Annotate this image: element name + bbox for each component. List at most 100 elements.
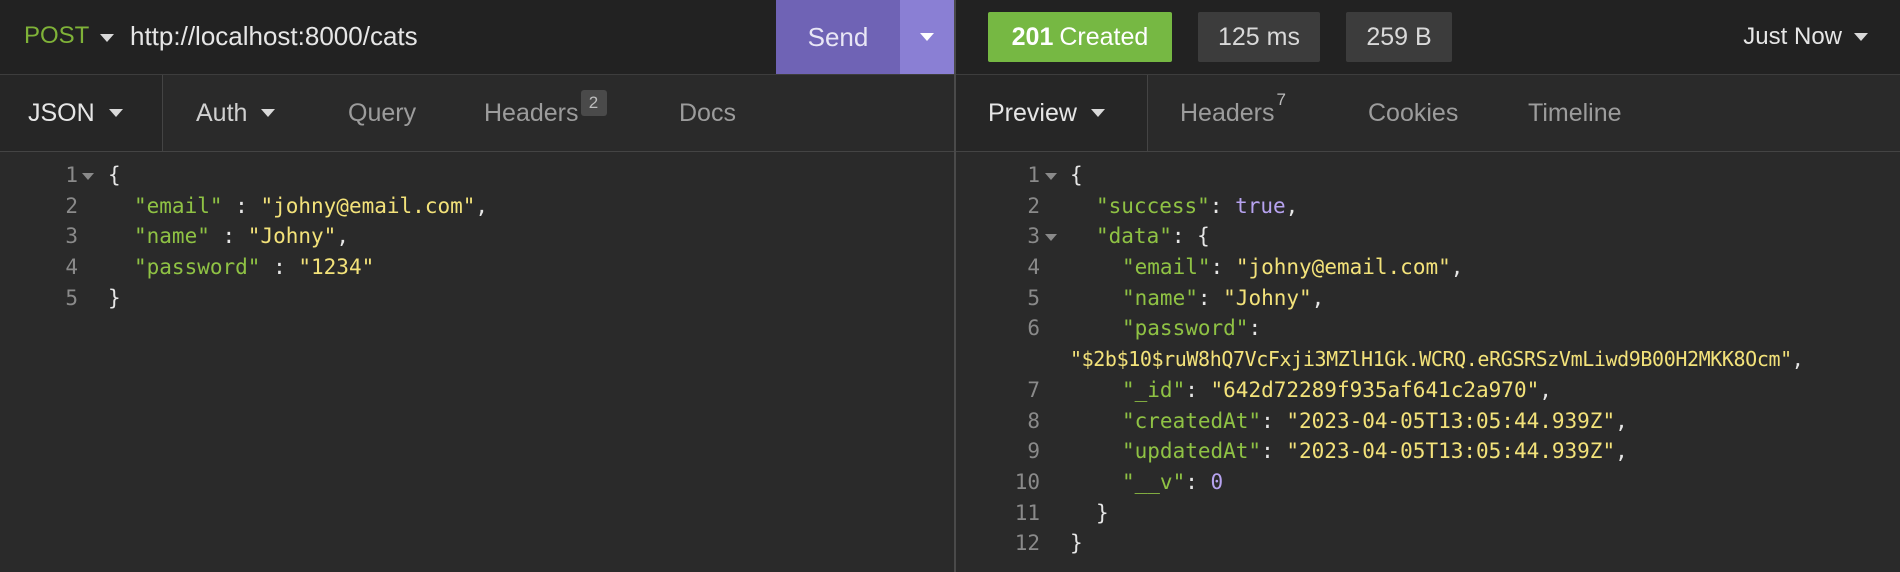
json-string: "Johny" [1223,285,1312,310]
line-number: 3 [65,224,78,249]
response-body-viewer: 1{ 2 "success": true, 3 "data": { 4 "email"… [956,160,1900,559]
code-line: 7 "_id": "642d72289f935af641c2a970", [956,375,1900,406]
status-code: 201 [1011,22,1054,51]
json-key: "name" [1122,285,1198,310]
response-size-badge: 259 B [1346,12,1452,62]
tab-label: Timeline [1528,98,1622,127]
line-number: 8 [1027,408,1040,433]
tab-auth[interactable]: Auth [196,75,276,151]
json-string: "2023-04-05T13:05:44.939Z" [1286,439,1616,464]
json-key: "__v" [1122,469,1186,494]
code-line: 11} [956,498,1900,529]
response-tabs: Preview Headers 7 Cookies Timeline [956,75,1900,152]
tab-query[interactable]: Query [348,75,416,151]
json-brace: } [1096,500,1109,525]
url-bar: POST http://localhost:8000/cats Send [0,0,954,75]
history-label: Just Now [1743,23,1842,50]
json-key: "success" [1096,193,1210,218]
code-line: 2 "email" : "johny@email.com", [0,191,954,222]
tab-json[interactable]: JSON [0,75,162,151]
line-number: 11 [1014,500,1040,525]
tab-timeline[interactable]: Timeline [1528,75,1622,151]
json-brace: { [108,163,121,187]
line-number: 5 [65,285,78,310]
tab-label: Headers [1180,98,1275,127]
status-badge: 201 Created [988,12,1172,62]
code-line: 5} [0,283,954,314]
line-number: 4 [65,255,78,280]
code-line: 4 "email": "johny@email.com", [956,252,1900,283]
request-pane: POST http://localhost:8000/cats Send JSO… [0,0,954,572]
json-key: "data" [1096,224,1172,249]
line-number: 1 [1027,163,1040,187]
json-string: "2023-04-05T13:05:44.939Z" [1286,408,1616,433]
url-input[interactable]: http://localhost:8000/cats [130,21,418,52]
tab-label: Auth [196,98,248,127]
tab-headers[interactable]: Headers 2 [484,75,607,151]
request-body-editor[interactable]: 1{ 2 "email" : "johny@email.com", 3 "name"… [0,160,954,313]
code-line: 6 "password": [956,313,1900,344]
tab-label: Cookies [1368,98,1459,127]
code-line: 5 "name": "Johny", [956,283,1900,314]
json-key: "password" [1122,316,1249,341]
request-tabs: JSON Auth Query Headers 2 Docs [0,75,954,152]
tab-cookies[interactable]: Cookies [1368,75,1458,151]
code-line: 1{ [0,160,954,191]
fold-arrow-icon[interactable] [82,172,94,180]
json-string: "642d72289f935af641c2a970" [1210,377,1540,402]
tab-label: Docs [679,98,736,127]
tab-preview[interactable]: Preview [956,75,1147,151]
response-status-bar: 201 Created 125 ms 259 B Just Now [956,0,1900,75]
headers-count-badge: 7 [1276,90,1286,109]
fold-arrow-icon[interactable] [1045,172,1057,180]
line-number: 6 [1027,316,1040,341]
history-dropdown[interactable]: Just Now [1743,23,1868,51]
send-button[interactable]: Send [776,0,900,74]
json-string: "Johny" [247,224,337,249]
chevron-down-icon [1854,33,1868,41]
json-literal: true [1235,193,1286,218]
code-line: 8 "createdAt": "2023-04-05T13:05:44.939Z"… [956,406,1900,437]
json-string: "1234" [298,255,375,280]
headers-count-badge: 2 [580,90,607,116]
tab-label: JSON [28,98,95,127]
json-key: "email" [1122,255,1211,280]
json-string: "johny@email.com" [1235,255,1451,280]
tab-label: Headers [484,98,579,127]
tab-docs[interactable]: Docs [679,75,736,151]
json-literal: 0 [1210,469,1224,494]
json-string: "johny@email.com" [260,193,476,218]
json-key: "name" [134,224,210,249]
line-number: 7 [1027,377,1040,402]
tab-label: Preview [988,98,1077,127]
chevron-down-icon [920,33,934,41]
line-number: 10 [1014,469,1040,494]
json-brace: } [108,285,121,310]
json-string: "$2b$10$ruW8hQ7VcFxji3MZlH1Gk.WCRQ.eRGSR… [1070,347,1792,372]
code-line: 4 "password" : "1234" [0,252,954,283]
chevron-down-icon [261,109,276,117]
line-number: 2 [65,193,78,218]
chevron-down-icon[interactable] [100,34,114,42]
code-line: "$2b$10$ruW8hQ7VcFxji3MZlH1Gk.WCRQ.eRGSR… [1070,347,1804,372]
response-time-badge: 125 ms [1198,12,1320,62]
line-number: 3 [1027,224,1040,249]
code-line: 10 "__v": 0 [956,467,1900,498]
response-pane: 201 Created 125 ms 259 B Just Now Preview… [956,0,1900,572]
fold-arrow-icon[interactable] [1045,233,1057,241]
code-line: 2 "success": true, [956,191,1900,222]
line-number: 4 [1027,255,1040,280]
json-key: "updatedAt" [1122,439,1262,464]
json-key: "password" [134,255,261,280]
json-brace: } [1070,531,1083,556]
code-line: 1{ [956,160,1900,191]
method-selector[interactable]: POST [24,22,89,50]
tab-response-headers[interactable]: Headers 7 [1180,75,1286,151]
line-number: 5 [1027,285,1040,310]
chevron-down-icon [1090,109,1105,117]
send-options-button[interactable] [900,0,954,74]
code-line: 9 "updatedAt": "2023-04-05T13:05:44.939Z"… [956,436,1900,467]
json-key: "createdAt" [1122,408,1262,433]
chevron-down-icon [108,109,123,117]
tab-label: Query [348,98,417,127]
